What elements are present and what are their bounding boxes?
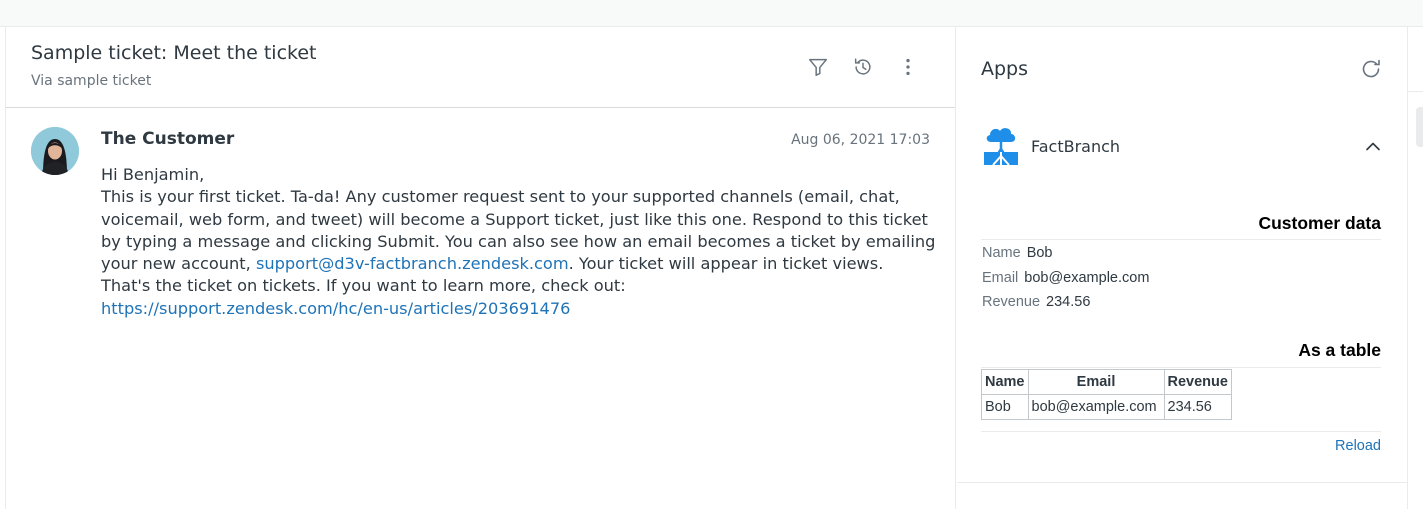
avatar	[31, 127, 79, 175]
comment-timestamp: Aug 06, 2021 17:03	[791, 132, 930, 148]
comment-text: . Your ticket will appear in ticket view…	[568, 254, 884, 274]
comment-body: Hi Benjamin, This is your first ticket. …	[101, 164, 936, 320]
table-cell: bob@example.com	[1027, 394, 1165, 420]
table-header-cell: Email	[1027, 369, 1165, 395]
table-row: Bob bob@example.com 234.56	[981, 394, 1232, 420]
field-label: Email	[982, 270, 1019, 286]
comment-paragraph: That's the ticket on tickets. If you wan…	[101, 276, 626, 296]
factbranch-logo-icon	[983, 125, 1019, 167]
divider	[1408, 91, 1423, 92]
divider	[957, 482, 1407, 483]
field-value: 234.56	[1046, 294, 1091, 310]
divider	[981, 239, 1381, 240]
apps-panel: Apps FactBranch Customer data Name Bob E…	[957, 27, 1407, 509]
table-header-cell: Name	[981, 369, 1029, 395]
divider	[981, 367, 1381, 368]
ticket-pane: Sample ticket: Meet the ticket Via sampl…	[6, 27, 956, 509]
app-name: FactBranch	[1031, 137, 1121, 156]
help-article-link[interactable]: https://support.zendesk.com/hc/en-us/art…	[101, 299, 570, 318]
scrollbar-thumb[interactable]	[1416, 107, 1423, 147]
ticket-title: Sample ticket: Meet the ticket	[31, 42, 317, 64]
table-header-row: Name Email Revenue	[981, 369, 1232, 395]
table-title: As a table	[1298, 340, 1381, 360]
reload-link[interactable]: Reload	[1335, 438, 1381, 454]
support-email-link[interactable]: support@d3v-factbranch.zendesk.com	[256, 254, 569, 273]
field-revenue: Revenue 234.56	[982, 294, 1090, 310]
divider	[981, 431, 1381, 432]
ticket-channel: Via sample ticket	[31, 73, 152, 89]
field-value: bob@example.com	[1024, 270, 1150, 286]
comment-paragraph: This is your first ticket. Ta-da! Any cu…	[101, 186, 936, 275]
refresh-icon[interactable]	[1359, 57, 1383, 81]
chevron-up-icon[interactable]	[1363, 137, 1383, 157]
customer-data-title: Customer data	[1258, 213, 1381, 233]
field-email: Email bob@example.com	[982, 270, 1149, 286]
field-label: Revenue	[982, 294, 1041, 310]
top-bar	[0, 0, 1423, 27]
field-label: Name	[982, 245, 1021, 261]
table-cell: 234.56	[1163, 394, 1232, 420]
ticket-header: Sample ticket: Meet the ticket Via sampl…	[6, 27, 955, 108]
comment-greeting: Hi Benjamin,	[101, 165, 205, 184]
table-header-cell: Revenue	[1163, 369, 1232, 395]
table-cell: Bob	[981, 394, 1029, 420]
history-icon[interactable]	[851, 55, 875, 79]
apps-title: Apps	[981, 58, 1029, 80]
field-value: Bob	[1026, 245, 1053, 261]
right-sidebar-strip	[1407, 27, 1423, 509]
filter-icon[interactable]	[806, 55, 830, 79]
factbranch-app-header[interactable]: FactBranch	[981, 125, 1383, 169]
customer-data-table: Name Email Revenue Bob bob@example.com 2…	[981, 369, 1232, 420]
field-name: Name Bob	[982, 245, 1053, 261]
more-options-icon[interactable]	[896, 55, 920, 79]
comment-author: The Customer	[101, 129, 235, 149]
